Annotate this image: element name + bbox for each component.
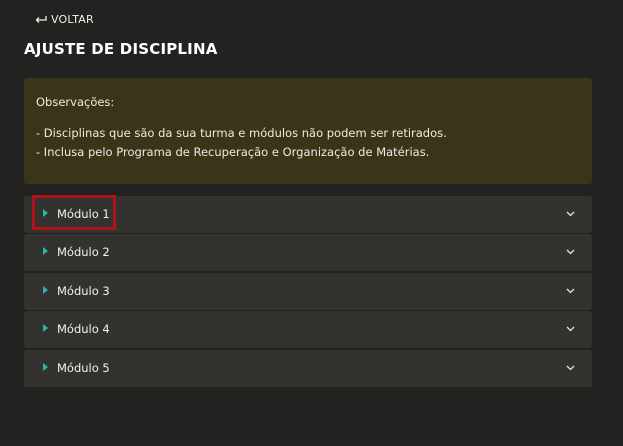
chevron-down-icon[interactable] [566, 211, 575, 217]
back-label: VOLTAR [51, 13, 94, 26]
chevron-down-icon[interactable] [566, 326, 575, 332]
chevron-down-icon[interactable] [566, 249, 575, 255]
modules-accordion: Módulo 1 Módulo 2 Módulo 3 Módulo 4 Módu… [24, 196, 592, 388]
caret-right-icon [43, 362, 48, 371]
module-item-4[interactable]: Módulo 4 [24, 311, 592, 349]
chevron-down-icon[interactable] [566, 365, 575, 371]
back-link[interactable]: VOLTAR [34, 13, 94, 26]
return-arrow-icon [35, 15, 47, 23]
module-label: Módulo 2 [57, 245, 110, 260]
observations-box: Observações: - Disciplinas que são da su… [24, 78, 592, 184]
module-item-5[interactable]: Módulo 5 [24, 349, 592, 387]
observations-heading: Observações: [36, 95, 115, 109]
page-title: AJUSTE DE DISCIPLINA [24, 40, 218, 58]
observation-line: - Disciplinas que são da sua turma e mód… [36, 126, 447, 140]
caret-right-icon [43, 247, 48, 256]
module-label: Módulo 3 [57, 283, 110, 298]
module-item-3[interactable]: Módulo 3 [24, 272, 592, 310]
observation-line: - Inclusa pelo Programa de Recuperação e… [36, 145, 430, 159]
module-item-2[interactable]: Módulo 2 [24, 234, 592, 272]
module-label: Módulo 1 [57, 207, 110, 221]
caret-right-icon [43, 209, 48, 217]
chevron-down-icon[interactable] [566, 288, 575, 294]
caret-right-icon [43, 324, 48, 333]
caret-right-icon [43, 285, 48, 294]
module-label: Módulo 4 [57, 322, 110, 337]
module-item-1[interactable]: Módulo 1 [24, 196, 592, 233]
module-label: Módulo 5 [57, 360, 110, 375]
